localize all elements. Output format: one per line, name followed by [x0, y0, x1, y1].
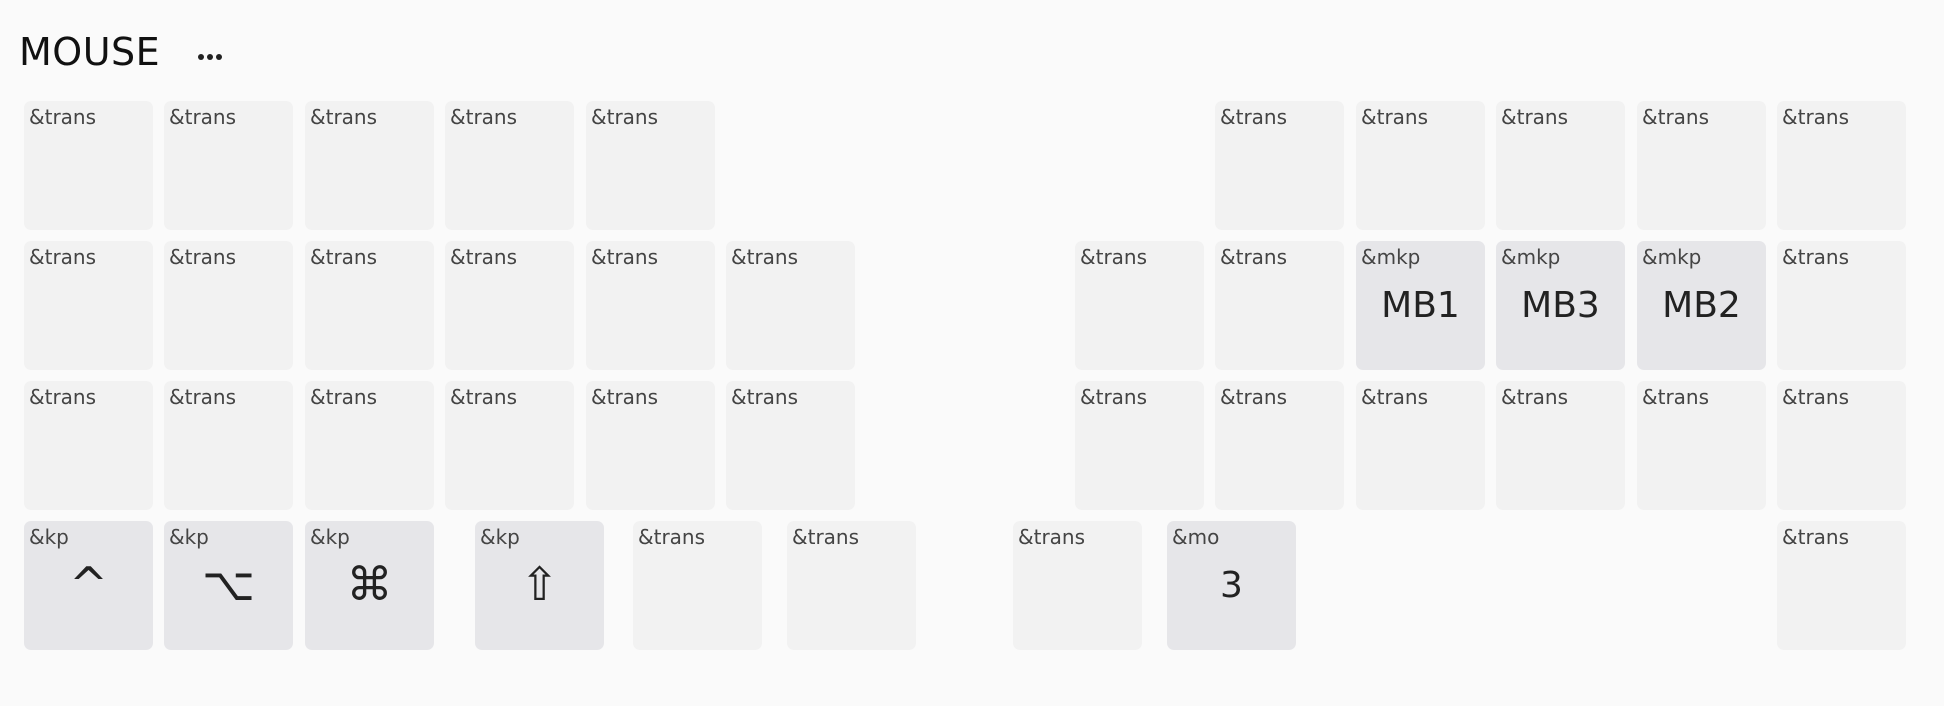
key[interactable]: &trans [305, 101, 434, 230]
key[interactable]: &trans [24, 241, 153, 370]
shift-icon: ⇧ [520, 557, 559, 611]
key-binding: &kp [310, 525, 350, 549]
key-binding: &trans [169, 385, 237, 409]
key-momentary-layer[interactable]: &mo 3 [1167, 521, 1296, 650]
key-binding: &trans [169, 245, 237, 269]
option-icon: ⌥ [201, 557, 255, 611]
key-mouse-button-2[interactable]: &mkp MB2 [1637, 241, 1766, 370]
key-binding: &trans [1080, 245, 1148, 269]
key[interactable]: &trans [1215, 241, 1344, 370]
key-binding: &trans [1782, 525, 1850, 549]
key-binding: &kp [169, 525, 209, 549]
key[interactable]: &trans [445, 241, 574, 370]
key-binding: &mkp [1361, 245, 1421, 269]
key-binding: &mo [1172, 525, 1220, 549]
key[interactable]: &trans [1637, 101, 1766, 230]
key-binding: &trans [1782, 385, 1850, 409]
key-binding: &trans [169, 105, 237, 129]
key[interactable]: &trans [164, 381, 293, 510]
key[interactable]: &trans [1496, 381, 1625, 510]
key-shift[interactable]: &kp ⇧ [475, 521, 604, 650]
key-command[interactable]: &kp ⌘ [305, 521, 434, 650]
key-mouse-button-3[interactable]: &mkp MB3 [1496, 241, 1625, 370]
key-binding: &trans [731, 245, 799, 269]
key-binding: &trans [1361, 105, 1429, 129]
key-param: MB3 [1521, 285, 1600, 326]
key[interactable]: &trans [24, 101, 153, 230]
key[interactable]: &trans [24, 381, 153, 510]
key[interactable]: &trans [1075, 381, 1204, 510]
key-param: 3 [1220, 565, 1243, 606]
key-binding: &trans [1220, 245, 1288, 269]
key-binding: &trans [450, 245, 518, 269]
key-binding: &trans [29, 385, 97, 409]
key[interactable]: &trans [164, 101, 293, 230]
command-icon: ⌘ [346, 557, 393, 611]
key[interactable]: &trans [1013, 521, 1142, 650]
key-binding: &trans [792, 525, 860, 549]
control-icon: ^ [69, 557, 108, 611]
key[interactable]: &trans [305, 241, 434, 370]
key-binding: &trans [1018, 525, 1086, 549]
key[interactable]: &trans [586, 241, 715, 370]
key-binding: &trans [1782, 245, 1850, 269]
key-binding: &trans [1361, 385, 1429, 409]
key-binding: &trans [1220, 105, 1288, 129]
key[interactable]: &trans [1215, 101, 1344, 230]
key-binding: &trans [29, 105, 97, 129]
key[interactable]: &trans [1777, 381, 1906, 510]
key-binding: &trans [310, 385, 378, 409]
key-binding: &trans [1782, 105, 1850, 129]
key-binding: &trans [1501, 105, 1569, 129]
key[interactable]: &trans [586, 381, 715, 510]
key-binding: &trans [310, 105, 378, 129]
key-mouse-button-1[interactable]: &mkp MB1 [1356, 241, 1485, 370]
key[interactable]: &trans [1496, 101, 1625, 230]
key-param: MB2 [1662, 285, 1741, 326]
key-binding: &trans [591, 385, 659, 409]
layer-title: MOUSE [19, 30, 161, 74]
key[interactable]: &trans [445, 381, 574, 510]
key[interactable]: &trans [1637, 381, 1766, 510]
key-binding: &trans [1080, 385, 1148, 409]
key[interactable]: &trans [787, 521, 916, 650]
key-binding: &trans [1642, 385, 1710, 409]
key[interactable]: &trans [1777, 521, 1906, 650]
key-binding: &trans [591, 105, 659, 129]
key-binding: &trans [310, 245, 378, 269]
key-option[interactable]: &kp ⌥ [164, 521, 293, 650]
key[interactable]: &trans [305, 381, 434, 510]
key-binding: &trans [29, 245, 97, 269]
key-binding: &mkp [1501, 245, 1561, 269]
key[interactable]: &trans [1356, 101, 1485, 230]
key-binding: &trans [591, 245, 659, 269]
key-binding: &kp [480, 525, 520, 549]
key[interactable]: &trans [726, 241, 855, 370]
ellipsis-icon [198, 54, 204, 60]
key[interactable]: &trans [1777, 241, 1906, 370]
key[interactable]: &trans [726, 381, 855, 510]
key-binding: &trans [1642, 105, 1710, 129]
key-binding: &trans [450, 105, 518, 129]
key-param: MB1 [1381, 285, 1460, 326]
key-control[interactable]: &kp ^ [24, 521, 153, 650]
key[interactable]: &trans [164, 241, 293, 370]
key[interactable]: &trans [1075, 241, 1204, 370]
key-binding: &mkp [1642, 245, 1702, 269]
key[interactable]: &trans [1215, 381, 1344, 510]
key-binding: &trans [1220, 385, 1288, 409]
more-options-button[interactable] [198, 52, 224, 62]
key-binding: &trans [731, 385, 799, 409]
key[interactable]: &trans [586, 101, 715, 230]
key[interactable]: &trans [633, 521, 762, 650]
key-binding: &kp [29, 525, 69, 549]
key-binding: &trans [1501, 385, 1569, 409]
key[interactable]: &trans [1356, 381, 1485, 510]
key-binding: &trans [450, 385, 518, 409]
key[interactable]: &trans [445, 101, 574, 230]
key-binding: &trans [638, 525, 706, 549]
key[interactable]: &trans [1777, 101, 1906, 230]
